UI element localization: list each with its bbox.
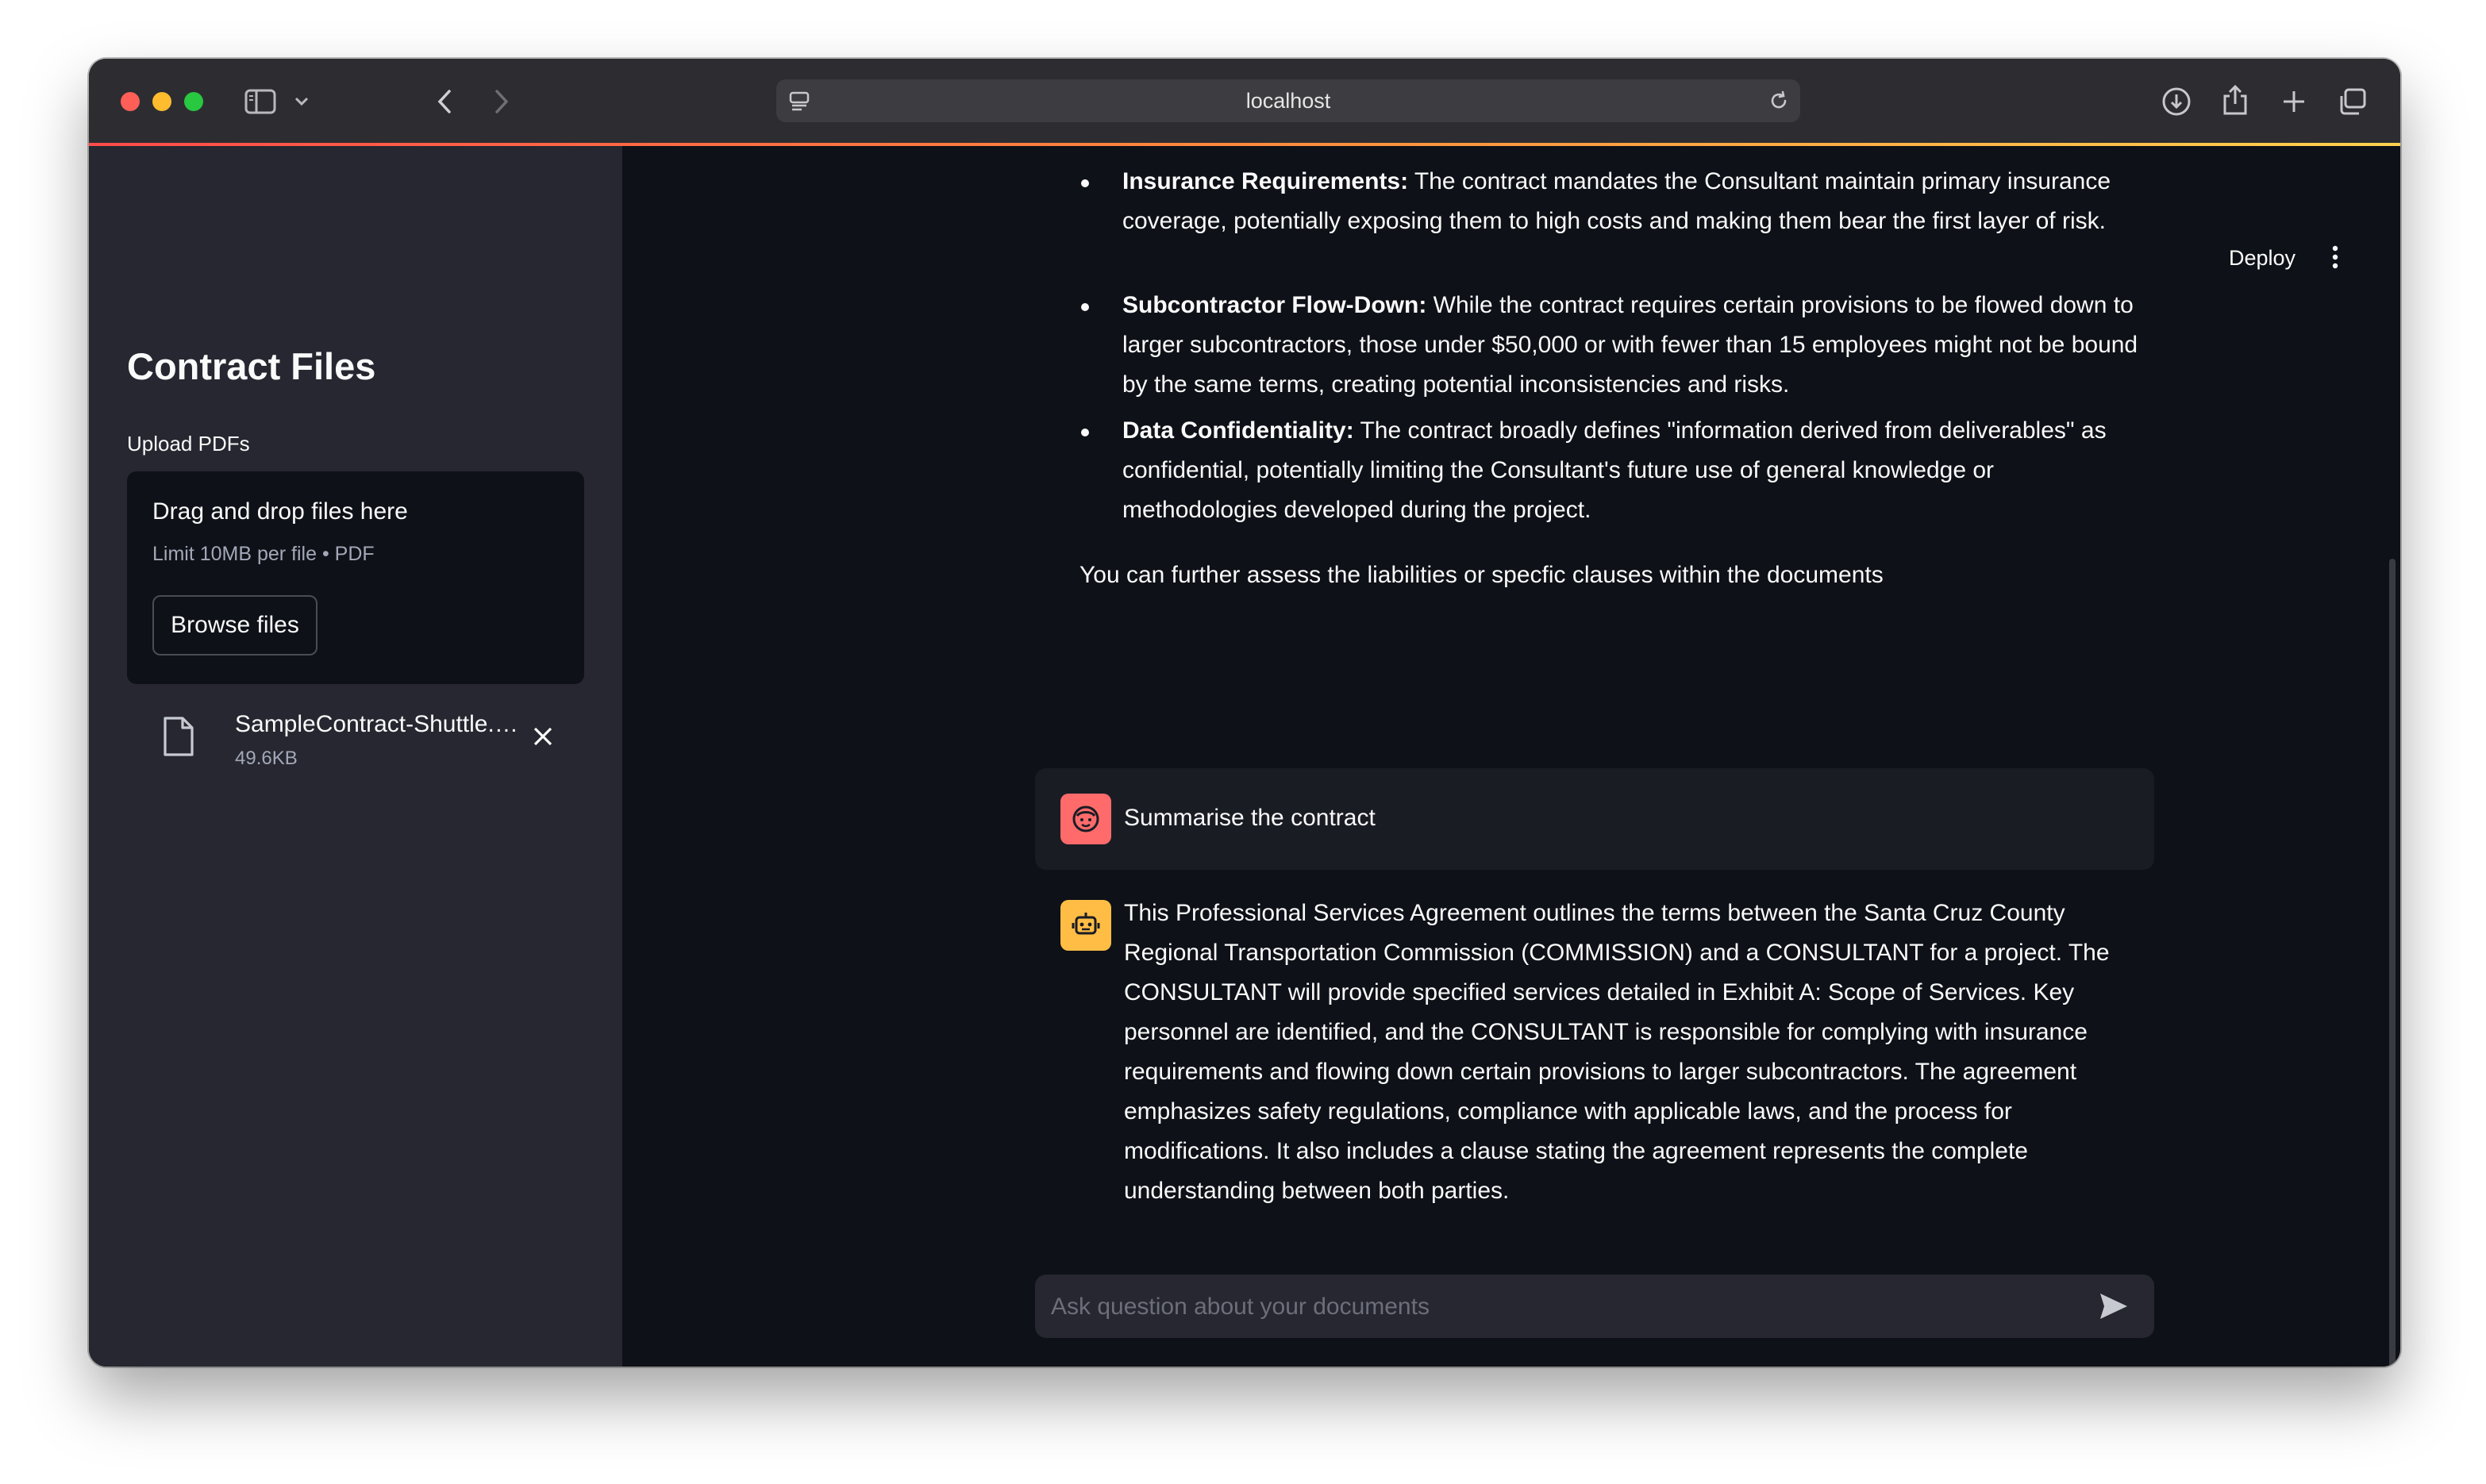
bullet-confidentiality: Data Confidentiality: The contract broad… [1081, 411, 2154, 530]
url-text[interactable]: localhost [776, 79, 1800, 122]
chat-input[interactable] [1049, 1274, 2084, 1340]
new-tab-icon[interactable] [2276, 84, 2311, 119]
sidebar: Contract Files Upload PDFs Drag and drop… [89, 146, 622, 1367]
bullet-title: Subcontractor Flow-Down: [1122, 292, 1427, 318]
file-dropzone[interactable]: Drag and drop files here Limit 10MB per … [127, 471, 584, 684]
reload-icon[interactable] [1767, 89, 1791, 113]
assistant-followup-text: You can further assess the liabilities o… [1079, 562, 1884, 588]
assistant-message-text: This Professional Services Agreement out… [1124, 900, 2110, 1204]
bullet-insurance: Insurance Requirements: The contract man… [1081, 162, 2154, 241]
minimize-window-button[interactable] [152, 92, 171, 111]
bullet-subcontractor: Subcontractor Flow-Down: While the contr… [1081, 286, 2154, 405]
tab-overview-icon[interactable] [2335, 84, 2370, 119]
remove-file-icon[interactable] [532, 725, 554, 752]
file-icon [162, 716, 195, 761]
send-icon[interactable] [2099, 1292, 2129, 1324]
browser-toolbar: localhost [89, 59, 2400, 146]
user-message-text: Summarise the contract [1124, 805, 1376, 831]
user-avatar [1060, 794, 1111, 844]
chevron-down-icon[interactable] [292, 90, 311, 113]
bullet-title: Data Confidentiality: [1122, 417, 1354, 444]
sidebar-toggle-icon[interactable] [243, 86, 278, 117]
sidebar-title: Contract Files [127, 345, 376, 387]
file-size: 49.6KB [235, 748, 298, 769]
dropzone-title: Drag and drop files here [152, 498, 408, 525]
zoom-window-button[interactable] [184, 92, 203, 111]
chat-input-box[interactable] [1035, 1274, 2154, 1340]
bullet-title: Insurance Requirements: [1122, 168, 1409, 194]
back-arrow-icon[interactable] [430, 84, 459, 119]
uploaded-file-item: SampleContract-Shuttle.… 49.6KB [127, 702, 584, 778]
forward-arrow-icon[interactable] [487, 84, 516, 119]
address-bar[interactable]: localhost [776, 79, 1800, 122]
user-message: Summarise the contract [1035, 768, 2154, 870]
file-name: SampleContract-Shuttle.… [235, 711, 518, 737]
main-scrollbar[interactable] [2389, 559, 2396, 1367]
browse-files-button[interactable]: Browse files [152, 595, 317, 655]
share-icon[interactable] [2218, 81, 2253, 119]
deploy-button[interactable]: Deploy [2229, 246, 2296, 271]
close-window-button[interactable] [121, 92, 140, 111]
dropzone-subtitle: Limit 10MB per file • PDF [152, 543, 375, 565]
downloads-icon[interactable] [2159, 84, 2194, 119]
browser-window: localhost Contract Files Upload PDFs Dra… [89, 59, 2400, 1367]
main-panel: Deploy Insurance Requirements: The contr… [622, 146, 2400, 1367]
upload-label: Upload PDFs [127, 432, 250, 456]
assistant-avatar [1060, 900, 1111, 951]
assistant-message: This Professional Services Agreement out… [1035, 900, 2154, 1204]
main-menu-icon[interactable] [2330, 244, 2340, 274]
